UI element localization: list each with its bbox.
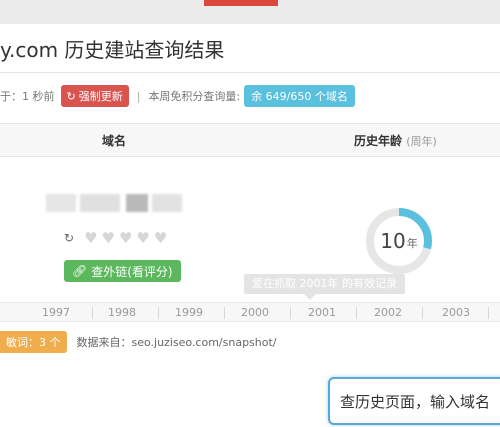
data-source-text: 数据来自：seo.juziseo.com/snapshot/ [76, 336, 277, 349]
source-row: 敏词：3 个 数据来自：seo.juziseo.com/snapshot/ [0, 331, 277, 353]
heart-icon: ♥ [136, 228, 150, 247]
rating-row: ↻ ♥ ♥ ♥ ♥ ♥ [64, 228, 167, 248]
column-age-unit: (周年) [406, 135, 437, 148]
force-refresh-button[interactable]: ↻ 强制更新 [60, 85, 129, 107]
column-domain: 域名 [102, 134, 127, 148]
timeline-year[interactable]: 2000 [241, 303, 269, 323]
timeline-divider [224, 307, 225, 319]
search-input-text: 查历史页面，输入域名 [340, 392, 491, 411]
timeline-year[interactable]: 2001 [308, 303, 336, 323]
quota-label: 本周免积分查询量: [148, 90, 241, 103]
meta-row: 于：1 秒前 ↻ 强制更新 | 本周免积分查询量: 余 649/650 个域名 [0, 85, 355, 107]
timeline-divider [356, 307, 357, 319]
column-age-label: 历史年龄 [354, 134, 403, 148]
timeline-divider [422, 307, 423, 319]
table-header: 域名 历史年龄 (周年) [0, 123, 500, 157]
heart-icon: ♥ [153, 228, 168, 247]
check-links-label: 查外链(看评分) [91, 264, 173, 279]
timeline-year[interactable]: 2003 [442, 303, 470, 323]
timeline-divider [290, 307, 291, 319]
timeline-divider [158, 307, 159, 319]
top-accent-bar [204, 0, 278, 6]
heart-icon: ♥ [84, 228, 98, 247]
age-value: 10 年 [364, 206, 434, 276]
title-divider [0, 72, 500, 73]
heart-icon: ♥ [118, 228, 133, 247]
heart-icon: ♥ [101, 228, 115, 247]
link-icon: 🔗︎ [72, 264, 88, 278]
check-links-button[interactable]: 🔗︎ 查外链(看评分) [64, 260, 181, 282]
refresh-icon: ↻ [66, 89, 76, 103]
keyword-badge: 敏词：3 个 [0, 331, 67, 353]
timeline-year[interactable]: 1998 [108, 303, 136, 323]
timeline-tooltip: 爱在抓取 2001年 的有效记录 [244, 274, 405, 300]
timeline-year[interactable]: 1999 [175, 303, 203, 323]
timeline-divider [488, 307, 489, 319]
age-unit: 年 [406, 237, 418, 250]
reload-icon[interactable]: ↻ [64, 231, 74, 245]
column-age: 历史年龄 (周年) [354, 124, 437, 158]
year-timeline: 1997 1998 1999 2000 2001 2002 2003 [0, 302, 500, 322]
updated-text: 于：1 秒前 [0, 90, 55, 103]
timeline-year[interactable]: 1997 [42, 303, 70, 323]
blurred-domain [46, 190, 186, 216]
age-number: 10 [380, 229, 406, 253]
timeline-year[interactable]: 2002 [374, 303, 402, 323]
quota-badge: 余 649/650 个域名 [244, 85, 355, 107]
history-search-input[interactable]: 查历史页面，输入域名 [328, 377, 500, 425]
timeline-divider [92, 307, 93, 319]
page-title: y.com 历史建站查询结果 [0, 38, 225, 62]
force-refresh-label: 强制更新 [78, 90, 123, 103]
separator: | [136, 89, 141, 103]
